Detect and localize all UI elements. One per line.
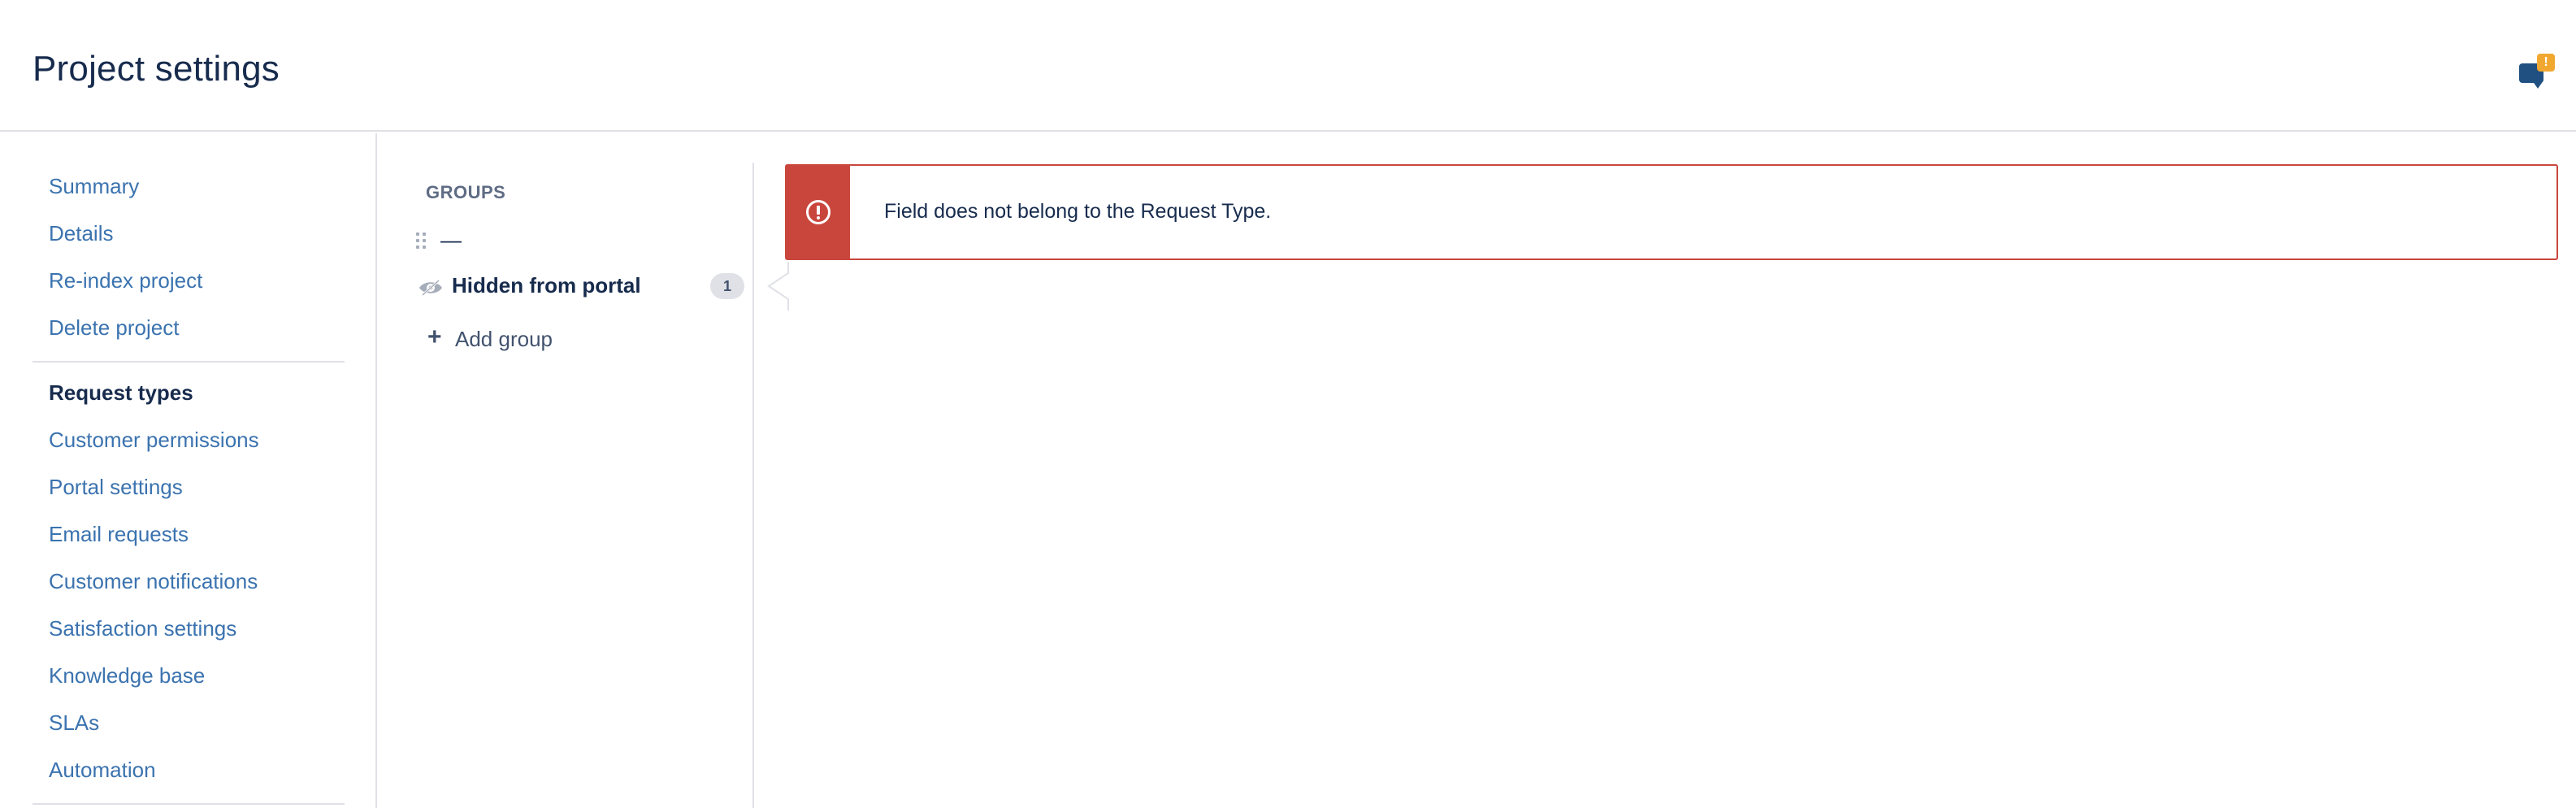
sidebar-item-customer-permissions[interactable]: Customer permissions [49,428,259,453]
project-settings-sidebar: Summary Details Re-index project Delete … [0,133,377,808]
group-item-count-badge: 1 [710,273,744,299]
sidebar-item-customer-notifications[interactable]: Customer notifications [49,569,258,594]
error-message-text: Field does not belong to the Request Typ… [884,200,1272,223]
feedback-badge: ! [2537,54,2555,72]
group-item-hidden-from-portal[interactable]: Hidden from portal 1 [414,262,800,311]
drag-handle-icon[interactable] [416,232,427,250]
sidebar-item-knowledge-base[interactable]: Knowledge base [49,663,205,689]
sidebar-item-automation[interactable]: Automation [49,758,156,783]
sidebar-item-portal-settings[interactable]: Portal settings [49,475,183,500]
plus-icon: + [427,324,442,350]
error-icon-strip [787,166,850,258]
sidebar-item-delete-project[interactable]: Delete project [49,315,179,341]
sidebar-divider-bottom [33,803,345,805]
feedback-bubble-tail [2532,80,2543,89]
feedback-button[interactable]: ! [2514,54,2556,93]
sidebar-item-slas[interactable]: SLAs [49,710,99,736]
sidebar-divider [33,361,345,363]
page-header: Project settings ! [0,8,2576,132]
sidebar-item-re-index-project[interactable]: Re-index project [49,268,202,293]
sidebar-item-details[interactable]: Details [49,221,113,246]
sidebar-item-email-requests[interactable]: Email requests [49,522,189,547]
eye-hidden-icon [419,279,442,297]
sidebar-item-summary[interactable]: Summary [49,174,139,199]
error-circle-icon [806,200,830,224]
selected-group-pointer [767,262,800,311]
groups-heading: GROUPS [426,182,506,202]
group-placeholder-text: — [440,228,462,252]
group-item-label: Hidden from portal [452,273,641,298]
groups-divider [752,163,754,808]
sidebar-item-satisfaction-settings[interactable]: Satisfaction settings [49,616,236,641]
sidebar-item-request-types[interactable]: Request types [49,380,193,406]
page-title: Project settings [33,49,280,89]
add-group-label: Add group [455,327,553,351]
groups-panel: GROUPS — Hidden from portal 1 + Add grou… [379,133,800,808]
error-message-banner: Field does not belong to the Request Typ… [785,164,2558,260]
